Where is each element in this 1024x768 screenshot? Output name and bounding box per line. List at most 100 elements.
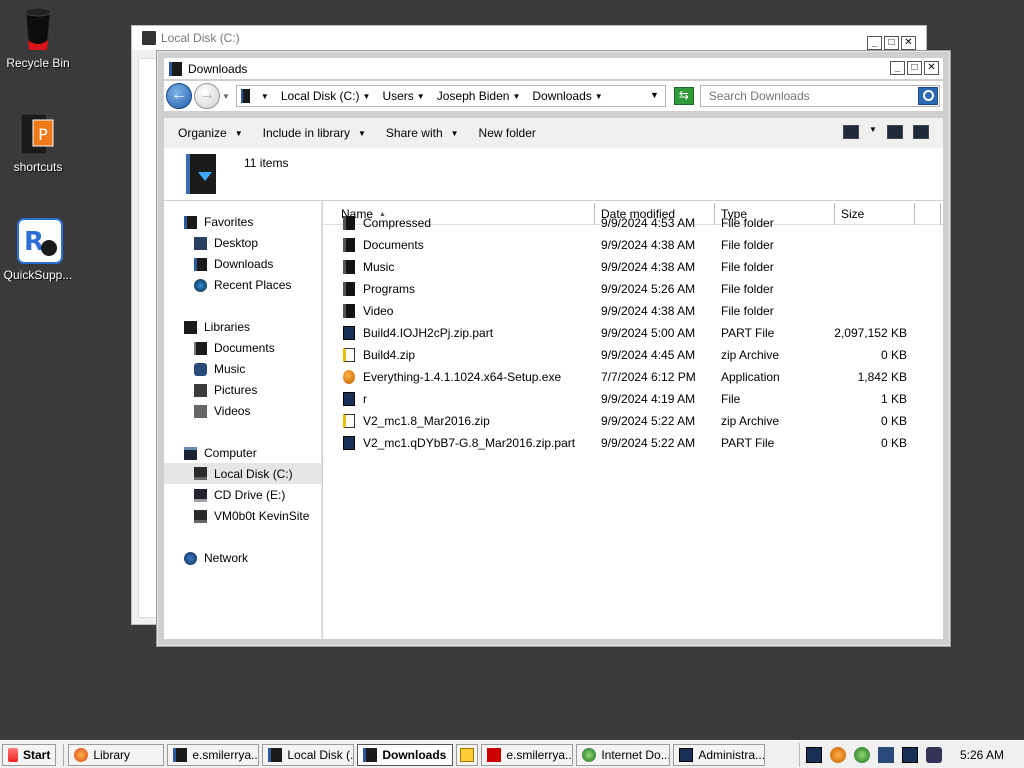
taskbar-button-local-disk[interactable]: Local Disk (... [262,743,355,766]
preview-pane-button[interactable] [887,125,903,139]
taskbar-button-filezilla[interactable]: e.smilerrya... [481,743,574,766]
application-icon [343,370,355,384]
help-button[interactable] [913,125,929,139]
tray-everything-icon[interactable] [829,747,846,763]
zip-archive-icon [343,348,355,362]
nav-desktop[interactable]: Desktop [194,236,258,250]
folder-icon [343,238,355,252]
nav-music[interactable]: Music [194,362,245,376]
folder-icon [142,31,156,45]
chevron-down-icon[interactable]: ▼ [512,92,520,101]
file-name-cell: Documents [323,238,595,252]
new-folder-button[interactable]: New folder [479,126,536,140]
maximize-button[interactable]: □ [884,36,899,50]
file-name-cell: V2_mc1.8_Mar2016.zip [323,414,595,428]
breadcrumb-local-disk[interactable]: Local Disk (C:) ▼ [281,89,375,103]
taskbar-button-explorer-1[interactable]: e.smilerrya... [167,743,260,766]
tray-security-icon[interactable] [877,747,894,763]
tray-volume-icon[interactable] [925,747,942,763]
file-row[interactable]: Build4.zip 9/9/2024 4:45 AM zip Archive 0 K… [323,344,911,366]
file-name: Build4.IOJH2cPj.zip.part [363,326,494,340]
file-row[interactable]: Build4.IOJH2cPj.zip.part 9/9/2024 5:00 AM… [323,322,911,344]
tray-display-icon[interactable] [901,747,918,763]
nav-network[interactable]: Network [184,551,248,565]
chevron-down-icon[interactable]: ▼ [595,92,603,101]
file-size: 0 KB [880,436,907,450]
share-with-menu[interactable]: Share with ▼ [386,126,459,140]
desktop-icon-shortcuts[interactable]: P shortcuts [0,110,76,174]
search-input[interactable] [708,89,909,103]
refresh-button[interactable]: ⇆ [673,87,694,105]
include-in-library-menu[interactable]: Include in library ▼ [263,126,366,140]
breadcrumb-downloads[interactable]: Downloads ▼ [532,89,606,103]
close-button[interactable]: ✕ [924,61,939,75]
file-row[interactable]: V2_mc1.qDYbB7-G.8_Mar2016.zip.part 9/9/20… [323,432,911,454]
search-icon[interactable] [917,87,938,105]
nav-cd-drive[interactable]: CD Drive (E:) [194,488,285,502]
breadcrumb-joseph-biden[interactable]: Joseph Biden ▼ [437,89,525,103]
file-row[interactable]: Programs 9/9/2024 5:26 AM File folder [323,278,911,300]
file-name-cell: Build4.IOJH2cPj.zip.part [323,326,595,340]
maximize-button[interactable]: □ [907,61,922,75]
taskbar-button-internet[interactable]: Internet Do... [576,743,671,766]
nav-videos[interactable]: Videos [194,404,250,418]
clock[interactable]: 5:26 AM [960,748,1004,762]
recent-pages-dropdown[interactable]: ▼ [222,92,230,101]
change-view-button[interactable] [843,125,859,139]
tray-teamviewer-icon[interactable] [805,747,822,763]
minimize-button[interactable]: _ [890,61,905,75]
file-row[interactable]: Video 9/9/2024 4:38 AM File folder [323,300,911,322]
back-window-titlebar[interactable]: Local Disk (C:) [132,26,926,50]
nav-documents[interactable]: Documents [194,341,275,355]
organize-menu[interactable]: Organize ▼ [178,126,243,140]
file-name-cell: Music [323,260,595,274]
nav-recent-places[interactable]: Recent Places [194,278,291,292]
nav-computer[interactable]: Computer [184,446,257,460]
nav-downloads[interactable]: Downloads [194,257,273,271]
back-button[interactable]: ← [166,83,192,109]
breadcrumb-users[interactable]: Users ▼ [382,89,428,103]
nav-vm-share[interactable]: VM0b0t KevinSite [194,509,309,523]
column-extra[interactable] [915,203,941,225]
file-name: Music [363,260,395,274]
favorites-icon [184,215,197,229]
chevron-down-icon[interactable]: ▼ [363,92,371,101]
file-row[interactable]: r 9/9/2024 4:19 AM File 1 KB [323,388,911,410]
folder-icon [343,304,355,318]
file-row[interactable]: Documents 9/9/2024 4:38 AM File folder [323,234,911,256]
search-box[interactable] [699,85,940,107]
desktop-icon-quicksupport[interactable]: R QuickSupp... [0,218,76,282]
taskbar: Start Library e.smilerrya... Local Disk … [0,740,1024,768]
breadcrumb-root-arrow[interactable]: ▼ [258,92,273,101]
file-row[interactable]: Music 9/9/2024 4:38 AM File folder [323,256,911,278]
file-row[interactable]: Everything-1.4.1.1024.x64-Setup.exe 7/7/2… [323,366,911,388]
taskbar-button-library[interactable]: Library [68,743,165,766]
nav-favorites[interactable]: Favorites [184,215,253,229]
view-options-dropdown[interactable]: ▼ [869,125,877,139]
file-row[interactable]: Compressed 9/9/2024 4:53 AM File folder [323,212,911,234]
part-file-icon [343,326,355,340]
svg-text:R: R [24,227,44,257]
chevron-down-icon[interactable]: ▼ [417,92,425,101]
nav-libraries[interactable]: Libraries [184,320,250,334]
downloads-explorer-window[interactable]: Downloads _ □ ✕ ← → ▼ ▼ Local Disk (C:) ▼… [156,50,951,647]
refresh-icon: ⇆ [678,88,689,102]
minimize-button[interactable]: _ [867,36,882,50]
close-button[interactable]: ✕ [901,36,916,50]
file-size: 2,097,152 KB [834,326,907,340]
address-bar[interactable]: ▼ Local Disk (C:) ▼ Users ▼ Joseph Biden ▼ … [235,85,666,107]
file-row[interactable]: V2_mc1.8_Mar2016.zip 9/9/2024 5:22 AM zip … [323,410,911,432]
address-history-dropdown[interactable]: ▼ [650,90,659,100]
start-button[interactable]: Start [2,743,57,766]
desktop-icon-recycle-bin[interactable]: Recycle Bin [0,6,76,70]
taskbar-button-vlc[interactable] [456,743,479,766]
forward-button[interactable]: → [194,83,220,109]
file-type: File folder [721,304,774,318]
window-titlebar[interactable]: Downloads _ □ ✕ [164,58,943,79]
taskbar-button-administrator[interactable]: Administra... [673,743,766,766]
nav-local-disk[interactable]: Local Disk (C:) [164,463,321,484]
nav-pictures[interactable]: Pictures [194,383,257,397]
file-type: zip Archive [721,414,780,428]
taskbar-button-downloads[interactable]: Downloads [357,743,454,766]
tray-network-icon[interactable] [853,747,870,763]
